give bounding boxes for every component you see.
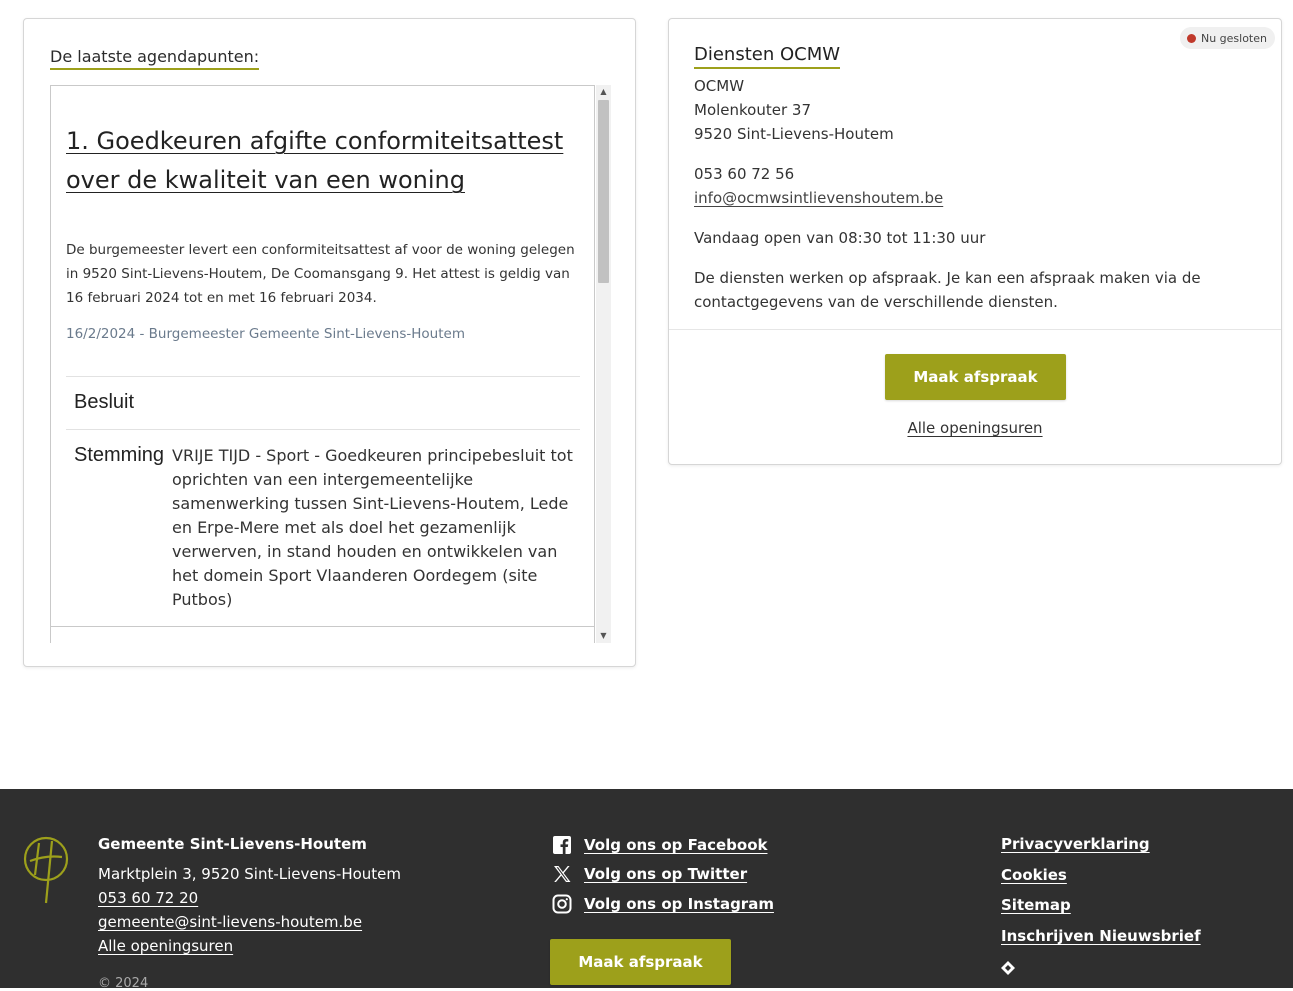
x-twitter-icon bbox=[554, 866, 571, 882]
instagram-label: Volg ons op Instagram bbox=[584, 895, 774, 913]
facebook-link[interactable]: Volg ons op Facebook bbox=[552, 835, 767, 855]
sitemap-link[interactable]: Sitemap bbox=[1001, 896, 1071, 914]
stemming-text: VRIJE TIJD - Sport - Goedkeuren principe… bbox=[172, 446, 573, 609]
agenda-scroll-area[interactable]: 1. Goedkeuren afgifte conformiteitsattes… bbox=[50, 85, 595, 627]
agenda-item-link[interactable]: 1. Goedkeuren afgifte conformiteitsattes… bbox=[66, 127, 563, 194]
next-item-edge bbox=[50, 627, 595, 643]
footer-appointment-button[interactable]: Maak afspraak bbox=[550, 939, 731, 985]
footer-copyright: © 2024 bbox=[98, 976, 149, 991]
ocmw-divider bbox=[669, 329, 1281, 330]
ocmw-card: Nu gesloten Diensten OCMW OCMW Molenkout… bbox=[668, 18, 1282, 465]
ocmw-hours-link-wrap: Alle openingsuren bbox=[669, 419, 1281, 437]
ocmw-note: De diensten werken op afspraak. Je kan e… bbox=[694, 269, 1201, 311]
footer-phone-link[interactable]: 053 60 72 20 bbox=[98, 889, 198, 907]
row-divider bbox=[66, 429, 580, 430]
status-dot-icon bbox=[1186, 33, 1196, 43]
besluit-label: Besluit bbox=[74, 391, 135, 413]
footer-phone-line: 053 60 72 20 bbox=[98, 886, 198, 910]
ocmw-phone: 053 60 72 56 bbox=[694, 165, 795, 183]
facebook-icon bbox=[553, 836, 571, 854]
footer-email-line: gemeente@sint-lievens-houtem.be bbox=[98, 910, 362, 934]
stemming-label: Stemming bbox=[74, 444, 165, 466]
footer-email-link[interactable]: gemeente@sint-lievens-houtem.be bbox=[98, 913, 362, 931]
footer-hours-link[interactable]: Alle openingsuren bbox=[98, 937, 233, 955]
municipality-logo-icon bbox=[23, 836, 69, 904]
agenda-heading: De laatste agendapunten: bbox=[50, 47, 260, 70]
developer-diamond-icon[interactable] bbox=[1000, 960, 1016, 976]
scroll-thumb[interactable] bbox=[598, 100, 609, 283]
ocmw-street: Molenkouter 37 bbox=[694, 101, 811, 119]
scroll-up-icon[interactable]: ▲ bbox=[596, 85, 611, 99]
scroll-down-icon[interactable]: ▼ bbox=[596, 629, 611, 643]
ocmw-hours-link[interactable]: Alle openingsuren bbox=[907, 419, 1042, 437]
footer-address: Marktplein 3, 9520 Sint-Lievens-Houtem bbox=[98, 865, 402, 883]
ocmw-name: OCMW bbox=[694, 77, 745, 95]
ocmw-appointment-button[interactable]: Maak afspraak bbox=[885, 354, 1066, 400]
instagram-link[interactable]: Volg ons op Instagram bbox=[552, 894, 774, 914]
agenda-item-meta: 16/2/2024 - Burgemeester Gemeente Sint-L… bbox=[66, 326, 465, 342]
facebook-label: Volg ons op Facebook bbox=[584, 836, 768, 854]
agenda-scrollbar[interactable]: ▲ ▼ bbox=[596, 85, 611, 643]
twitter-link[interactable]: Volg ons op Twitter bbox=[552, 864, 747, 884]
cookies-link[interactable]: Cookies bbox=[1001, 866, 1067, 884]
privacy-link[interactable]: Privacyverklaring bbox=[1001, 835, 1150, 853]
newsletter-link[interactable]: Inschrijven Nieuwsbrief bbox=[1001, 927, 1201, 945]
agenda-item-title: 1. Goedkeuren afgifte conformiteitsattes… bbox=[66, 122, 576, 200]
footer-org-name: Gemeente Sint-Lievens-Houtem bbox=[98, 835, 367, 853]
agenda-card: De laatste agendapunten: 1. Goedkeuren a… bbox=[23, 18, 636, 667]
status-text: Nu gesloten bbox=[1200, 31, 1267, 45]
ocmw-email-link[interactable]: info@ocmwsintlievenshoutem.be bbox=[694, 189, 943, 207]
twitter-label: Volg ons op Twitter bbox=[584, 865, 748, 883]
footer: Gemeente Sint-Lievens-Houtem Marktplein … bbox=[0, 789, 1293, 991]
status-badge: Nu gesloten bbox=[1179, 27, 1275, 49]
instagram-icon bbox=[552, 894, 572, 914]
footer-hours-line: Alle openingsuren bbox=[98, 934, 233, 958]
agenda-item-description: De burgemeester levert een conformiteits… bbox=[66, 242, 575, 306]
ocmw-city: 9520 Sint-Lievens-Houtem bbox=[694, 125, 894, 143]
row-divider bbox=[66, 376, 580, 377]
ocmw-title: Diensten OCMW bbox=[694, 44, 841, 69]
ocmw-today-hours: Vandaag open van 08:30 tot 11:30 uur bbox=[694, 229, 986, 247]
ocmw-email-line: info@ocmwsintlievenshoutem.be bbox=[694, 186, 943, 210]
